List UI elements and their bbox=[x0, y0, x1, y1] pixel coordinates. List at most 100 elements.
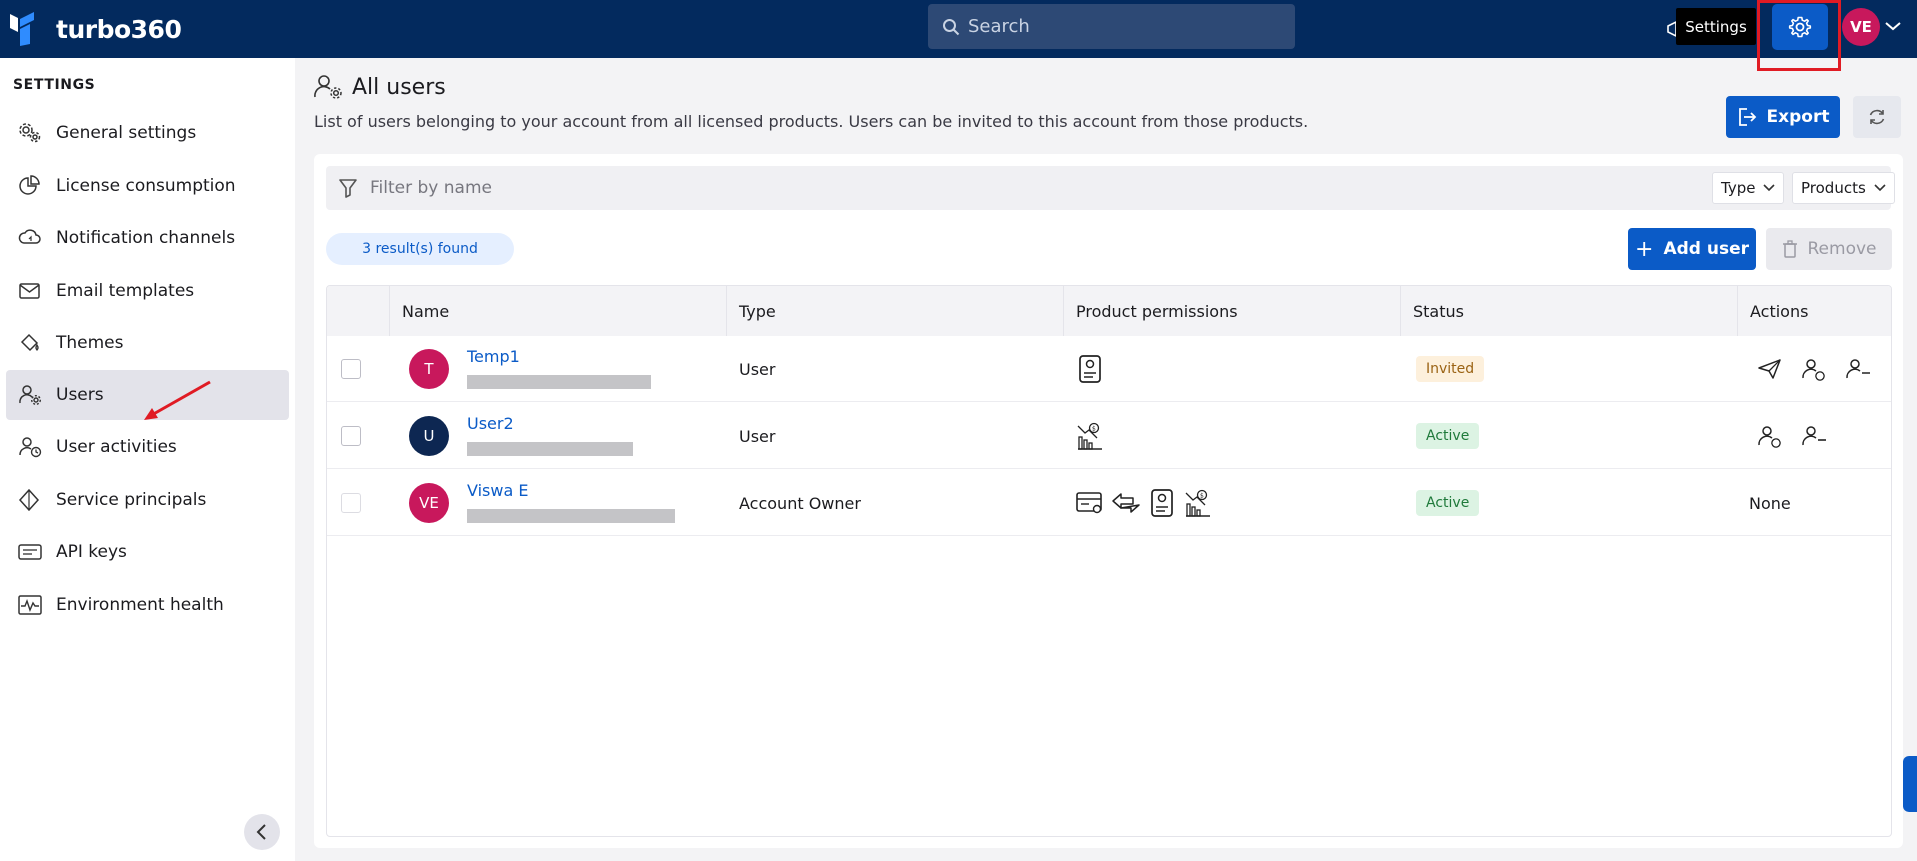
sidebar-item-license-consumption[interactable]: License consumption bbox=[6, 161, 289, 211]
document-report-icon[interactable] bbox=[1075, 354, 1105, 384]
row-avatar: VE bbox=[409, 483, 449, 523]
user-name-link[interactable]: Viswa E bbox=[467, 481, 528, 500]
sidebar-item-label: Environment health bbox=[56, 595, 224, 615]
products-dropdown[interactable]: Products bbox=[1792, 172, 1895, 204]
user-name-link[interactable]: Temp1 bbox=[467, 347, 520, 366]
logo[interactable]: turbo360 bbox=[10, 9, 182, 49]
envelope-icon bbox=[19, 283, 40, 299]
remove-button[interactable]: Remove bbox=[1766, 228, 1892, 270]
sidebar-item-label: API keys bbox=[56, 542, 127, 562]
search-input[interactable] bbox=[968, 16, 1288, 37]
row-checkbox[interactable] bbox=[341, 359, 361, 379]
edit-user-icon[interactable] bbox=[1801, 357, 1827, 381]
user-avatar[interactable]: VE bbox=[1842, 8, 1880, 46]
search-icon bbox=[943, 18, 960, 35]
pulse-icon bbox=[18, 595, 42, 615]
sidebar-item-environment-health[interactable]: Environment health bbox=[6, 580, 289, 630]
search-box[interactable] bbox=[928, 4, 1295, 49]
chevron-down-icon bbox=[1763, 184, 1776, 192]
cloud-bell-icon bbox=[18, 229, 41, 244]
column-header-status[interactable]: Status bbox=[1400, 286, 1737, 336]
page-title: All users bbox=[314, 74, 446, 100]
column-header-actions: Actions bbox=[1737, 286, 1891, 336]
sidebar-item-email-templates[interactable]: Email templates bbox=[6, 266, 289, 316]
document-report-icon[interactable] bbox=[1147, 488, 1177, 518]
sidebar-item-general-settings[interactable]: General settings bbox=[6, 108, 289, 158]
diamond-icon bbox=[18, 489, 40, 511]
row-actions-text: None bbox=[1749, 493, 1791, 513]
trash-icon bbox=[1782, 240, 1797, 258]
user-type: User bbox=[739, 426, 776, 446]
top-bar: turbo360 Settings VE bbox=[0, 0, 1917, 71]
settings-tooltip: Settings bbox=[1676, 8, 1756, 45]
cost-analysis-icon[interactable]: $ bbox=[1183, 488, 1213, 518]
add-user-button[interactable]: + Add user bbox=[1628, 228, 1756, 270]
svg-text:$: $ bbox=[1092, 426, 1096, 433]
product-permissions bbox=[1075, 336, 1111, 402]
row-checkbox[interactable] bbox=[341, 426, 361, 446]
sidebar-item-label: User activities bbox=[56, 437, 177, 457]
row-actions bbox=[1757, 336, 1889, 402]
table-header: Name Type Product permissions Status Act… bbox=[327, 286, 1891, 336]
user-clock-icon bbox=[19, 437, 42, 458]
row-checkbox[interactable] bbox=[341, 493, 361, 513]
type-dropdown[interactable]: Type bbox=[1712, 172, 1785, 204]
user-name-link[interactable]: User2 bbox=[467, 414, 514, 433]
sidebar-item-label: Email templates bbox=[56, 281, 195, 301]
sidebar-item-service-principals[interactable]: Service principals bbox=[6, 475, 289, 525]
sidebar-item-label: General settings bbox=[56, 123, 197, 143]
remove-user-icon[interactable] bbox=[1845, 357, 1871, 381]
filter-icon bbox=[339, 179, 357, 198]
send-invite-icon[interactable] bbox=[1757, 357, 1783, 381]
plus-icon: + bbox=[1635, 236, 1654, 262]
sidebar: SETTINGS General settings License consum… bbox=[0, 58, 295, 861]
sidebar-item-label: Themes bbox=[56, 333, 124, 353]
pie-chart-icon bbox=[19, 175, 40, 195]
turbo360-logo-icon bbox=[10, 12, 34, 46]
api-key-icon bbox=[18, 544, 42, 560]
data-transfer-icon[interactable] bbox=[1111, 488, 1141, 518]
sidebar-item-themes[interactable]: Themes bbox=[6, 318, 289, 368]
sidebar-item-notification-channels[interactable]: Notification channels bbox=[6, 213, 289, 263]
user-type: Account Owner bbox=[739, 493, 861, 513]
refresh-button[interactable] bbox=[1853, 96, 1901, 138]
row-avatar: U bbox=[409, 416, 449, 456]
user-gear-icon bbox=[19, 385, 42, 406]
annotation-highlight-box bbox=[1757, 0, 1841, 71]
annotation-arrow bbox=[144, 380, 211, 420]
table-row: U User2 User $ Active bbox=[327, 403, 1891, 469]
paint-bucket-icon bbox=[20, 333, 39, 352]
feedback-side-tab[interactable] bbox=[1903, 756, 1917, 812]
column-header-name[interactable]: Name bbox=[389, 286, 726, 336]
products-dropdown-label: Products bbox=[1801, 179, 1866, 197]
remove-user-icon[interactable] bbox=[1801, 424, 1827, 448]
type-dropdown-label: Type bbox=[1721, 179, 1756, 197]
page-description: List of users belonging to your account … bbox=[314, 112, 1309, 131]
redacted-email bbox=[467, 375, 651, 389]
column-header-product-permissions[interactable]: Product permissions bbox=[1063, 286, 1400, 336]
svg-text:$: $ bbox=[1200, 493, 1204, 500]
filter-bar: Type Products bbox=[326, 166, 1895, 210]
results-count-badge: 3 result(s) found bbox=[326, 233, 514, 265]
redacted-email bbox=[467, 442, 633, 456]
sidebar-heading: SETTINGS bbox=[13, 77, 96, 93]
row-actions bbox=[1757, 403, 1845, 469]
filter-by-name-input[interactable] bbox=[370, 178, 1270, 198]
sidebar-collapse-button[interactable] bbox=[244, 814, 280, 850]
sidebar-item-user-activities[interactable]: User activities bbox=[6, 422, 289, 472]
export-icon bbox=[1738, 108, 1756, 126]
edit-user-icon[interactable] bbox=[1757, 424, 1783, 448]
sidebar-item-api-keys[interactable]: API keys bbox=[6, 527, 289, 577]
cost-analysis-icon[interactable]: $ bbox=[1075, 421, 1105, 451]
gears-icon bbox=[19, 123, 41, 143]
status-badge: Active bbox=[1416, 490, 1480, 516]
export-button[interactable]: Export bbox=[1726, 96, 1840, 138]
users-gear-icon bbox=[314, 75, 342, 99]
column-header-type[interactable]: Type bbox=[726, 286, 1063, 336]
users-card: Type Products 3 result(s) found + Add us… bbox=[314, 154, 1903, 848]
row-avatar: T bbox=[409, 349, 449, 389]
server-settings-icon[interactable] bbox=[1075, 488, 1105, 518]
sidebar-item-label: Notification channels bbox=[56, 228, 236, 248]
sidebar-item-label: Service principals bbox=[56, 490, 207, 510]
chevron-down-icon[interactable] bbox=[1884, 19, 1902, 33]
